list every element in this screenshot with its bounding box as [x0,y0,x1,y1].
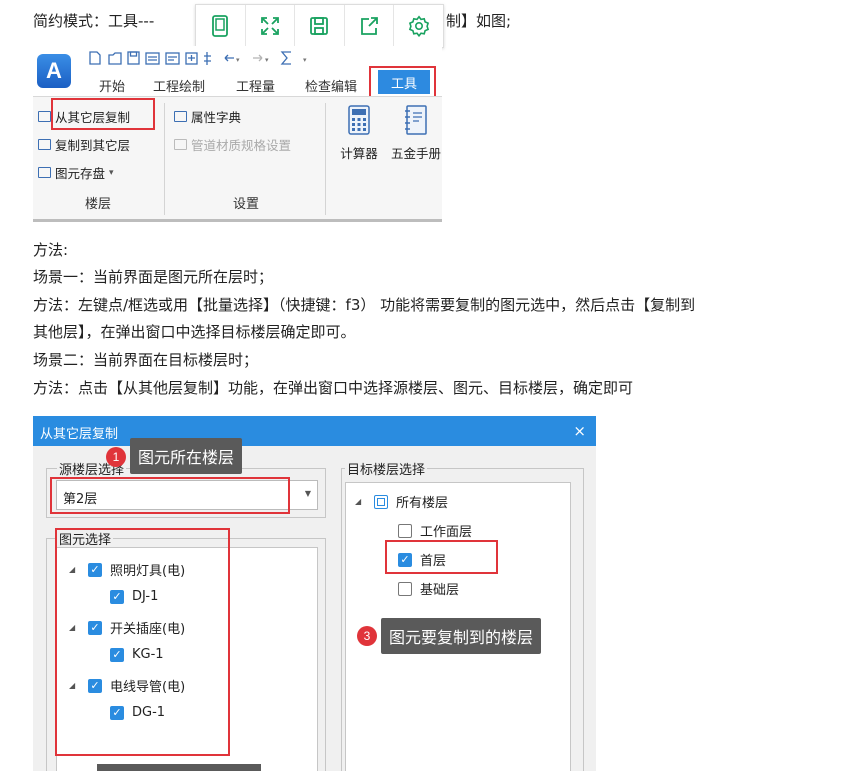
chevron-down-icon: ▼ [304,489,311,498]
property-dictionary-label: 属性字典 [191,110,242,125]
element-storage-button[interactable]: 图元存盘 ▾ [38,163,114,182]
hardware-manual-label: 五金手册 [391,146,441,161]
tree-label: 工作面层 [420,525,473,540]
tree-row[interactable]: 工作面层 [398,521,472,540]
dialog-titlebar: 从其它层复制 × [33,416,596,446]
settings-icon[interactable] [394,5,443,47]
annotation-source-floor: 图元所在楼层 [130,438,243,474]
method-two: 方法：点击【从其他层复制】功能，在弹出窗口中选择源楼层、图元、目标楼层，确定即可 [33,379,634,397]
scenario-one: 场景一：当前界面是图元所在层时； [33,268,274,286]
annotation-number-1: 1 [106,447,126,467]
intro-text-right: 制】如图; [446,12,512,30]
svg-text:▾: ▾ [265,56,269,64]
annotation-text: 图元所在楼层 [138,448,235,467]
collapse-icon[interactable]: ◢ [355,497,363,506]
pipe-material-settings-button[interactable]: 管道材质规格设置 [174,135,291,154]
fullscreen-icon[interactable] [246,5,296,47]
tab-check-edit[interactable]: 检查编辑 [305,76,357,95]
element-select-highlight [55,528,230,756]
method-heading: 方法: [33,241,69,259]
dialog-title: 从其它层复制 [40,427,119,442]
element-storage-label: 图元存盘 [55,166,106,181]
copy-to-floor-icon [38,139,51,150]
ribbon-screenshot: A ▾ ▾ ▾ 开始 工程绘制 工程量 检查编辑 工具 从其它层复制 复制到其它… [33,46,442,222]
svg-text:▾: ▾ [303,56,307,64]
hardware-manual-button[interactable]: 五金手册 [391,105,441,162]
tree-label: 基础层 [420,583,460,598]
annotation-partial [97,764,261,771]
tree-row[interactable]: ◢ 所有楼层 [355,492,448,511]
tab-quantity[interactable]: 工程量 [236,76,275,95]
copy-to-other-floor-label: 复制到其它层 [55,138,131,153]
source-floor-highlight [50,477,290,514]
annotation-target-floor: 图元要复制到的楼层 [381,618,542,654]
target-floor-highlight [385,540,498,574]
property-dictionary-button[interactable]: 属性字典 [174,107,241,126]
pipe-material-settings-label: 管道材质规格设置 [191,138,292,153]
tree-label: 所有楼层 [396,496,449,511]
pipe-settings-icon [174,139,187,150]
intro-text-left: 简约模式：工具--- [33,12,155,30]
tree-row[interactable]: 基础层 [398,579,459,598]
method-one-line1: 方法：左键点/框选或用【批量选择】（快捷键：f3） 功能将需要复制的图元选中，然… [33,296,696,314]
scenario-two: 场景二：当前界面在目标楼层时； [33,351,259,369]
copy-from-floor-icon [38,111,51,122]
target-floor-legend: 目标楼层选择 [345,459,428,478]
svg-text:▾: ▾ [236,56,240,64]
tab-start[interactable]: 开始 [99,76,125,95]
group-divider [325,103,326,215]
tablet-icon[interactable] [196,5,246,47]
floor-group-label: 楼层 [85,197,112,212]
checkbox-unchecked[interactable] [398,523,412,538]
calculator-icon [348,105,370,135]
floating-toolbar [195,4,444,48]
checkbox-unchecked[interactable] [398,581,412,596]
annotation-number-3: 3 [357,626,377,646]
manual-icon [405,105,427,135]
settings-group-label: 设置 [233,197,260,212]
copy-from-other-floor-dialog: 从其它层复制 × 源楼层选择 第2层 ▼ 图元选择 ◢ ✓ 照明灯具(电) ✓ … [33,416,596,771]
tab-project-draw[interactable]: 工程绘制 [153,76,205,95]
group-divider [164,103,165,215]
tab-tools-highlight [369,66,436,98]
element-storage-icon [38,167,51,178]
calculator-label: 计算器 [340,146,378,161]
copy-to-other-floor-button[interactable]: 复制到其它层 [38,135,130,154]
share-icon[interactable] [345,5,395,47]
checkbox-partial[interactable] [374,494,388,509]
copy-from-floor-highlight [51,98,155,130]
dictionary-icon [174,111,187,122]
annotation-text: 图元要复制到的楼层 [389,628,534,647]
calculator-button[interactable]: 计算器 [339,105,379,162]
method-one-line2: 其他层】，在弹出窗口中选择目标楼层确定即可。 [33,323,356,341]
save-icon[interactable] [295,5,345,47]
chevron-down-icon: ▾ [109,167,114,178]
close-icon[interactable]: × [573,422,586,440]
